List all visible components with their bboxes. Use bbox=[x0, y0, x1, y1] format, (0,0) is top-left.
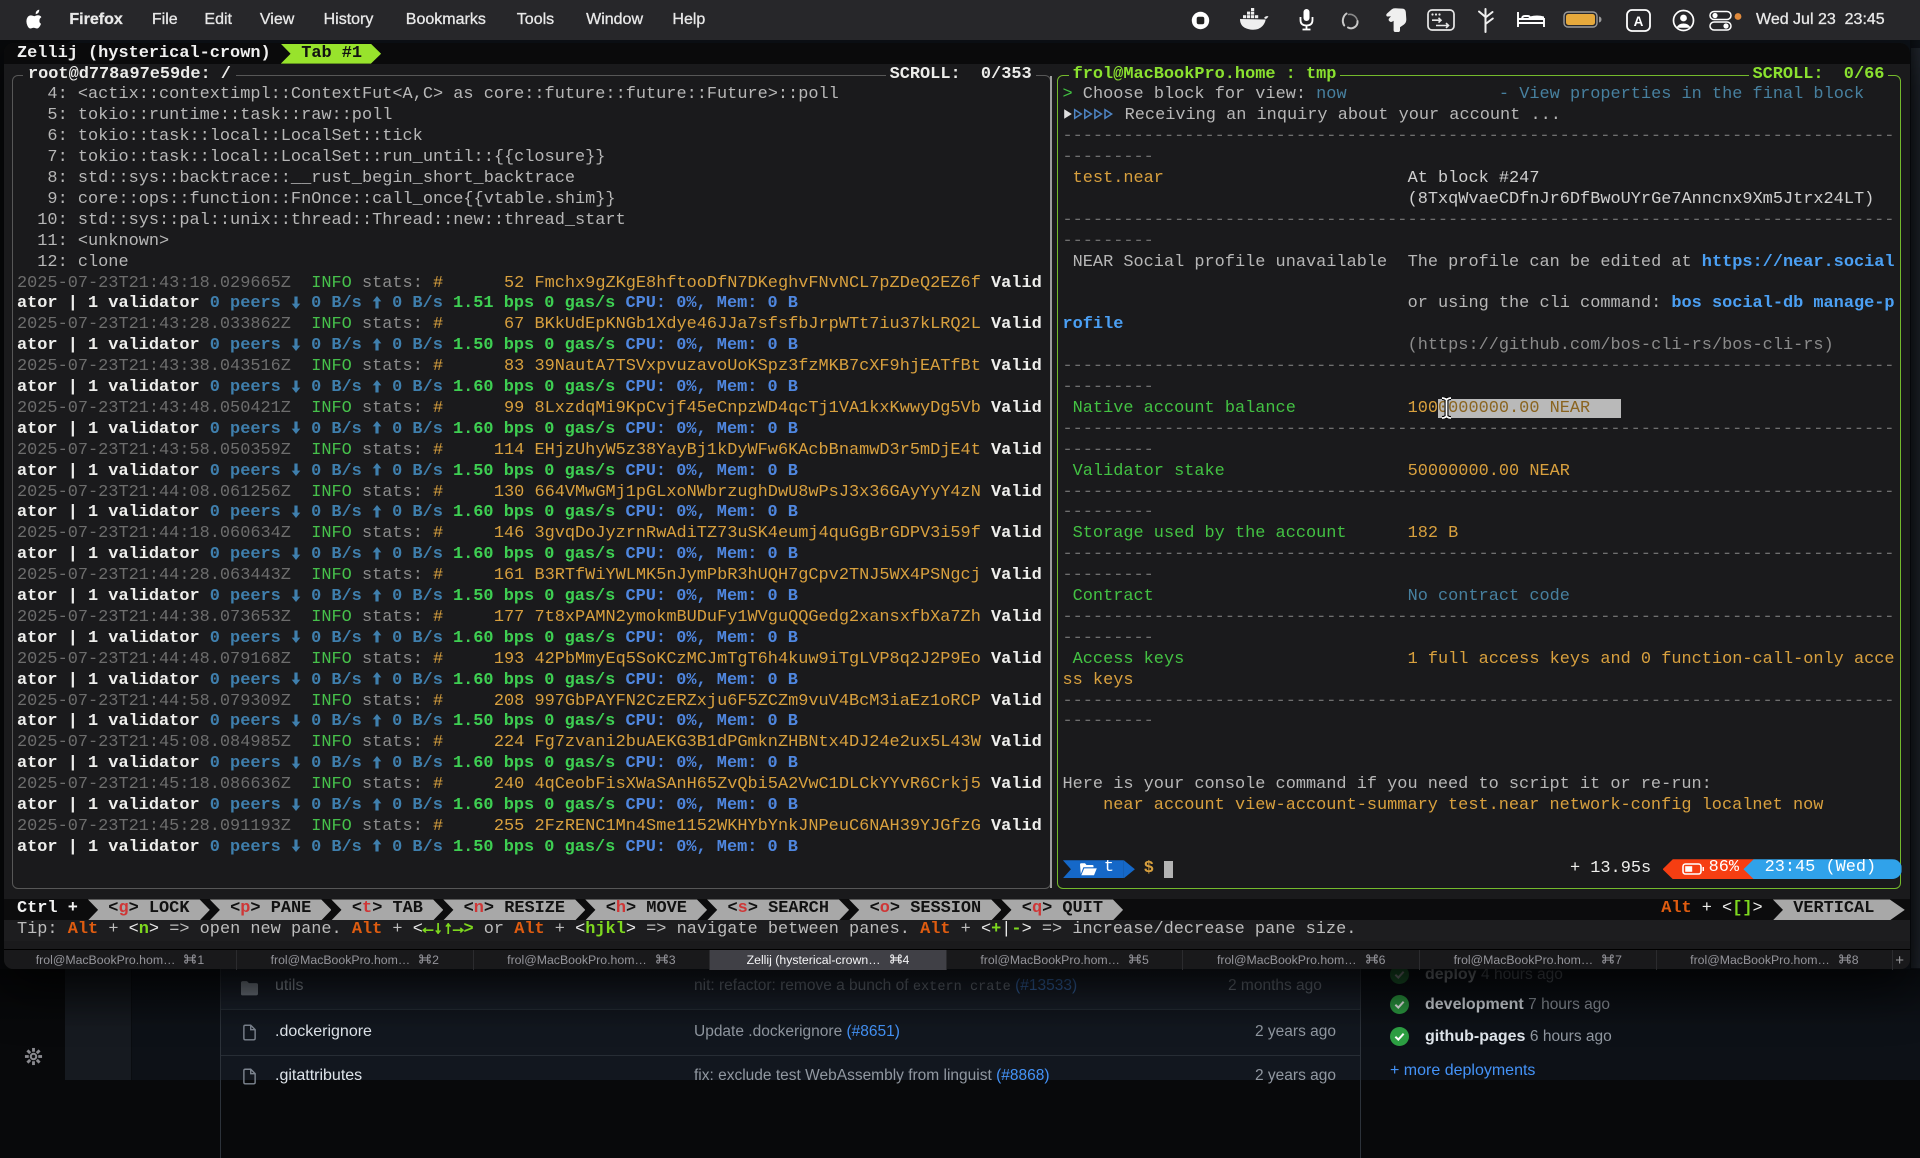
svg-text:A: A bbox=[1634, 14, 1644, 29]
